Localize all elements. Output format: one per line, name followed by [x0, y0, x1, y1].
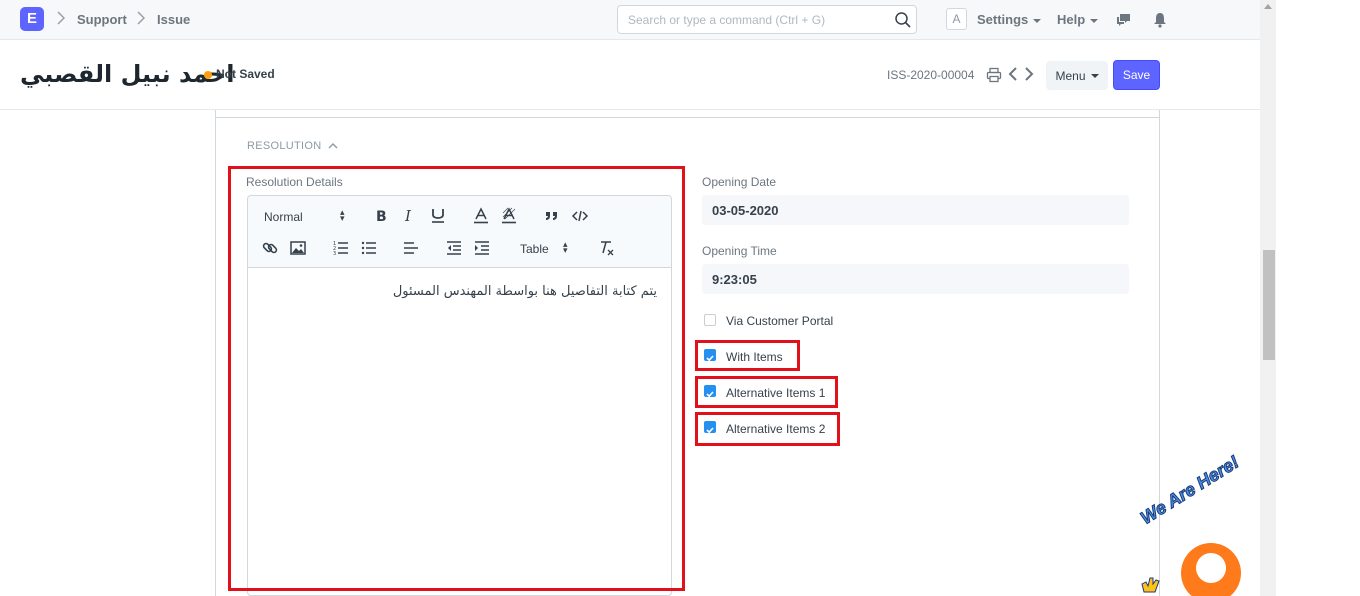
caret-down-icon	[1090, 18, 1099, 23]
document-name: ISS-2020-00004	[887, 68, 975, 82]
page-head: احمد نبيل القصبي Not Saved ISS-2020-0000…	[0, 40, 1260, 110]
status-indicator-dot	[204, 71, 212, 79]
waving-hand-icon	[1141, 577, 1160, 593]
next-doc-icon[interactable]	[1023, 66, 1035, 82]
via-customer-portal-checkbox[interactable]	[704, 314, 716, 326]
app-logo[interactable]: E	[20, 7, 44, 31]
caret-down-icon	[1090, 74, 1099, 79]
scroll-up-arrow-icon[interactable]	[1264, 4, 1272, 9]
section-divider	[216, 117, 1159, 118]
highlight-box-alternative-items-1	[695, 376, 838, 408]
chevron-up-icon[interactable]	[327, 141, 339, 151]
scrollbar-thumb[interactable]	[1263, 250, 1275, 360]
search-icon[interactable]	[894, 11, 912, 29]
section-title[interactable]: RESOLUTION	[247, 140, 322, 152]
opening-date-label: Opening Date	[702, 175, 777, 189]
opening-time-value: 9:23:05	[712, 272, 757, 287]
page-title: احمد نبيل القصبي	[20, 60, 235, 88]
highlight-box-with-items	[695, 340, 800, 371]
save-button[interactable]: Save	[1113, 60, 1160, 90]
help-menu[interactable]: Help	[1057, 12, 1099, 27]
highlight-box-alternative-items-2	[695, 412, 840, 446]
caret-down-icon	[1033, 18, 1042, 23]
highlight-box-editor	[228, 166, 685, 591]
opening-time-field[interactable]: 9:23:05	[702, 264, 1129, 294]
navbar: E Support Issue A Settings Help	[0, 0, 1260, 40]
chevron-right-icon	[136, 10, 146, 29]
chat-bubble-icon	[1196, 553, 1226, 583]
menu-button[interactable]: Menu	[1046, 61, 1108, 90]
chat-icon[interactable]	[1115, 11, 1133, 29]
prev-doc-icon[interactable]	[1007, 66, 1019, 82]
breadcrumb-issue[interactable]: Issue	[157, 12, 190, 27]
menu-button-label: Menu	[1055, 68, 1086, 83]
print-icon[interactable]	[986, 67, 1002, 83]
opening-date-value: 03-05-2020	[712, 203, 779, 218]
help-label: Help	[1057, 12, 1086, 27]
breadcrumb-support[interactable]: Support	[77, 12, 127, 27]
settings-label: Settings	[977, 12, 1029, 27]
bell-icon[interactable]	[1151, 11, 1169, 29]
settings-menu[interactable]: Settings	[977, 12, 1042, 27]
opening-date-field[interactable]: 03-05-2020	[702, 195, 1129, 225]
chevron-right-icon	[56, 10, 66, 29]
via-customer-portal-label: Via Customer Portal	[726, 314, 834, 328]
avatar[interactable]: A	[946, 8, 967, 30]
status-badge: Not Saved	[216, 67, 275, 81]
search-input[interactable]	[618, 6, 888, 33]
search-bar	[617, 5, 917, 34]
opening-time-label: Opening Time	[702, 244, 777, 258]
